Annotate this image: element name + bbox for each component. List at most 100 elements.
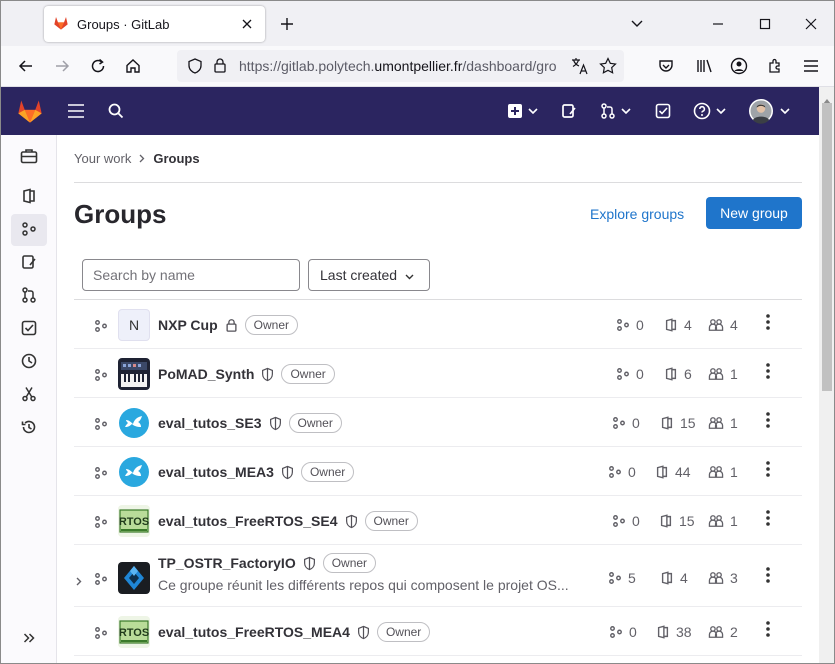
group-name[interactable]: eval_tutos_FreeRTOS_MEA4 bbox=[158, 624, 350, 640]
minimize-icon[interactable] bbox=[704, 10, 732, 38]
group-name[interactable]: eval_tutos_SE3 bbox=[158, 415, 262, 431]
group-row[interactable]: N NXP Cup Owner 0 4 4 bbox=[74, 300, 802, 349]
create-new-icon[interactable] bbox=[503, 99, 541, 123]
back-arrow-icon[interactable] bbox=[11, 51, 41, 81]
group-avatar[interactable] bbox=[118, 407, 150, 439]
sort-dropdown[interactable]: Last created bbox=[308, 259, 430, 291]
bookmark-star-icon[interactable] bbox=[599, 57, 617, 78]
divider bbox=[74, 182, 802, 183]
gitlab-favicon-icon bbox=[53, 15, 69, 34]
account-icon[interactable] bbox=[724, 51, 754, 81]
groups-list: N NXP Cup Owner 0 4 4 PoMAD_Synth Owner 0 6 1 eval_… bbox=[74, 299, 802, 656]
gitlab-logo-icon[interactable] bbox=[16, 97, 44, 128]
group-row[interactable]: TP_OSTR_FactoryIO Owner Ce groupe réunit l… bbox=[74, 545, 802, 607]
scrollbar-thumb[interactable] bbox=[822, 103, 832, 391]
explore-groups-button[interactable]: Explore groups bbox=[590, 206, 684, 222]
sidebar-collapse-button[interactable] bbox=[11, 623, 47, 655]
group-avatar[interactable]: RTOS bbox=[118, 616, 150, 648]
breadcrumb-your-work[interactable]: Your work bbox=[74, 151, 131, 166]
tracking-shield-icon[interactable] bbox=[187, 58, 203, 77]
more-actions-icon[interactable] bbox=[766, 510, 770, 529]
group-row[interactable]: RTOS eval_tutos_FreeRTOS_SE4 Owner 0 15 1 bbox=[74, 496, 802, 545]
more-actions-icon[interactable] bbox=[766, 621, 770, 640]
tab-list-chevron-icon[interactable] bbox=[623, 10, 651, 38]
more-actions-icon[interactable] bbox=[766, 567, 770, 586]
projects-count: 15 bbox=[659, 513, 695, 529]
window-close-icon[interactable] bbox=[797, 10, 825, 38]
users-icon bbox=[708, 367, 724, 381]
subgroup-icon bbox=[616, 367, 630, 381]
sidebar-item-projects[interactable] bbox=[11, 181, 47, 213]
more-actions-icon[interactable] bbox=[766, 363, 770, 382]
group-avatar[interactable] bbox=[118, 456, 150, 488]
group-avatar[interactable]: N bbox=[118, 309, 150, 341]
translate-icon[interactable] bbox=[571, 57, 589, 78]
group-name[interactable]: PoMAD_Synth bbox=[158, 366, 254, 382]
search-input[interactable] bbox=[82, 259, 300, 291]
url-text[interactable]: https://gitlab.polytech.umontpellier.fr/… bbox=[239, 58, 561, 74]
group-row[interactable]: eval_tutos_MEA3 Owner 0 44 1 bbox=[74, 447, 802, 496]
sort-label: Last created bbox=[320, 267, 398, 283]
users-icon bbox=[708, 465, 724, 479]
group-row[interactable]: RTOS eval_tutos_FreeRTOS_MEA4 Owner 0 38 2 bbox=[74, 607, 802, 656]
sidebar-item-your-work[interactable] bbox=[11, 141, 47, 173]
role-badge: Owner bbox=[288, 413, 342, 433]
sidebar-item-issues[interactable] bbox=[11, 247, 47, 279]
new-group-button[interactable]: New group bbox=[706, 197, 802, 229]
group-type-icon bbox=[94, 417, 108, 434]
group-avatar[interactable] bbox=[118, 358, 150, 390]
group-type-icon bbox=[94, 572, 108, 589]
maximize-icon[interactable] bbox=[751, 10, 779, 38]
group-name[interactable]: NXP Cup bbox=[158, 317, 218, 333]
members-count: 1 bbox=[708, 415, 738, 431]
group-name[interactable]: TP_OSTR_FactoryIO bbox=[158, 555, 296, 571]
forward-arrow-icon[interactable] bbox=[47, 51, 77, 81]
members-value: 1 bbox=[730, 415, 738, 431]
url-bar[interactable]: https://gitlab.polytech.umontpellier.fr/… bbox=[177, 50, 624, 82]
sidebar-toggle-icon[interactable] bbox=[65, 99, 87, 123]
browser-tab[interactable]: Groups · GitLab bbox=[44, 6, 265, 42]
lock-icon bbox=[225, 318, 238, 332]
help-icon[interactable] bbox=[691, 99, 727, 123]
lock-icon[interactable] bbox=[213, 57, 227, 76]
reload-icon[interactable] bbox=[83, 51, 113, 81]
projects-count: 4 bbox=[664, 317, 692, 333]
todo-icon[interactable] bbox=[653, 99, 673, 123]
expand-chevron-icon[interactable] bbox=[76, 573, 82, 589]
library-icon[interactable] bbox=[690, 51, 720, 81]
group-avatar[interactable] bbox=[118, 562, 150, 594]
projects-value: 15 bbox=[679, 513, 695, 529]
group-row[interactable]: PoMAD_Synth Owner 0 6 1 bbox=[74, 349, 802, 398]
new-tab-icon[interactable] bbox=[275, 12, 299, 36]
sidebar-item-groups[interactable] bbox=[11, 214, 47, 246]
breadcrumb-groups[interactable]: Groups bbox=[153, 151, 199, 166]
pocket-icon[interactable] bbox=[651, 51, 681, 81]
hamburger-menu-icon[interactable] bbox=[796, 51, 826, 81]
sidebar-item-milestones[interactable] bbox=[11, 346, 47, 378]
breadcrumb: Your work Groups bbox=[74, 151, 200, 166]
more-actions-icon[interactable] bbox=[766, 314, 770, 333]
more-actions-icon[interactable] bbox=[766, 461, 770, 480]
sidebar-item-todo[interactable] bbox=[11, 313, 47, 345]
more-actions-icon[interactable] bbox=[766, 412, 770, 431]
sidebar-item-merge-requests[interactable] bbox=[11, 280, 47, 312]
scrollbar[interactable] bbox=[819, 87, 834, 663]
extensions-icon[interactable] bbox=[760, 51, 790, 81]
group-row[interactable]: eval_tutos_SE3 Owner 0 15 1 bbox=[74, 398, 802, 447]
group-name[interactable]: eval_tutos_FreeRTOS_SE4 bbox=[158, 513, 338, 529]
sidebar-item-activity[interactable] bbox=[11, 412, 47, 444]
chevron-down-icon bbox=[405, 267, 414, 283]
issues-icon[interactable] bbox=[559, 99, 579, 123]
sidebar-item-snippets[interactable] bbox=[11, 379, 47, 411]
merge-requests-icon[interactable] bbox=[597, 99, 633, 123]
group-name[interactable]: eval_tutos_MEA3 bbox=[158, 464, 274, 480]
group-avatar[interactable]: RTOS bbox=[118, 505, 150, 537]
search-icon[interactable] bbox=[105, 99, 127, 123]
subgroups-count: 0 bbox=[612, 513, 640, 529]
home-icon[interactable] bbox=[118, 51, 148, 81]
members-value: 1 bbox=[730, 464, 738, 480]
close-tab-icon[interactable] bbox=[235, 12, 259, 36]
user-avatar[interactable] bbox=[747, 97, 791, 125]
projects-count: 15 bbox=[660, 415, 696, 431]
scissors-icon bbox=[21, 386, 37, 405]
